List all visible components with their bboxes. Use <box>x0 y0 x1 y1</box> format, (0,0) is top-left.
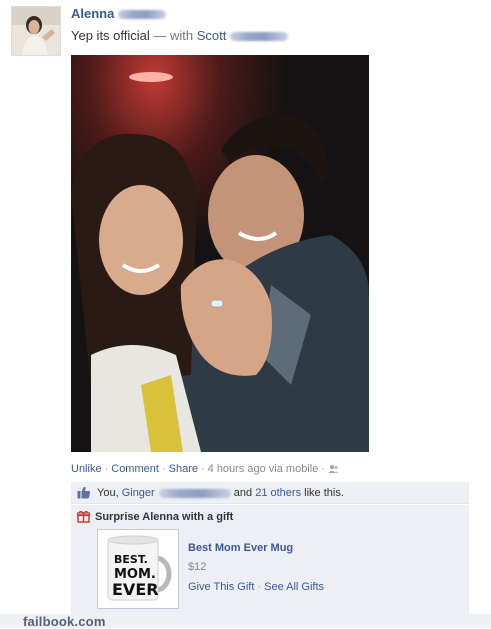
separator: · <box>321 463 325 475</box>
redacted-tagged-surname <box>230 32 289 42</box>
gift-icon <box>76 510 91 526</box>
gift-price: $12 <box>188 561 207 573</box>
friends-icon[interactable] <box>328 464 339 477</box>
likes-middle: and <box>233 487 253 499</box>
author-name[interactable]: Alenna <box>71 6 167 21</box>
watermark-logo: failbook.com <box>23 614 106 629</box>
thumbs-up-icon <box>77 486 91 502</box>
post-actions: Unlike · Comment · Share · 4 hours ago via mob… <box>71 463 339 477</box>
mug-text-best: BEST. <box>114 553 148 566</box>
author-avatar[interactable] <box>11 6 61 56</box>
unlike-link[interactable]: Unlike <box>71 463 102 475</box>
with-text: — with <box>153 28 194 43</box>
post-photo[interactable] <box>71 55 369 452</box>
redacted-liker-surname <box>158 488 231 498</box>
post-status: Yep its official — with Scott <box>71 28 289 43</box>
couple-photo <box>71 55 369 452</box>
separator: · <box>104 463 109 475</box>
separator: · <box>200 463 205 475</box>
share-link[interactable]: Share <box>169 463 198 475</box>
give-gift-link[interactable]: Give This Gift <box>188 581 254 593</box>
likes-suffix: like this. <box>304 487 344 499</box>
mug-text-ever: EVER <box>112 580 159 599</box>
mug-image: BEST. MOM. EVER <box>107 535 172 601</box>
separator: · <box>161 463 166 475</box>
mug-thumbnail[interactable]: BEST. MOM. EVER <box>97 529 179 609</box>
gift-links: Give This Gift · See All Gifts <box>188 581 324 593</box>
status-text: Yep its official <box>71 28 150 43</box>
comment-link[interactable]: Comment <box>111 463 159 475</box>
separator: · <box>257 581 262 593</box>
liker-ginger-link[interactable]: Ginger <box>122 487 155 499</box>
redacted-surname <box>118 10 167 20</box>
gift-name-link[interactable]: Best Mom Ever Mug <box>188 542 293 554</box>
gift-suggestion: Surprise Alenna with a gift BEST. MOM. E… <box>71 505 469 616</box>
likes-prefix: You, <box>97 487 119 499</box>
see-all-gifts-link[interactable]: See All Gifts <box>264 581 324 593</box>
avatar-image <box>12 7 60 55</box>
likes-text: You, Ginger and 21 others like this. <box>97 487 344 499</box>
others-likes-link[interactable]: 21 others <box>255 487 301 499</box>
post-timestamp[interactable]: 4 hours ago via mobile <box>208 463 319 475</box>
likes-summary: You, Ginger and 21 others like this. <box>71 482 469 504</box>
tagged-person-link[interactable]: Scott <box>197 28 227 43</box>
author-name-text[interactable]: Alenna <box>71 6 114 21</box>
gift-title: Surprise Alenna with a gift <box>95 511 234 523</box>
